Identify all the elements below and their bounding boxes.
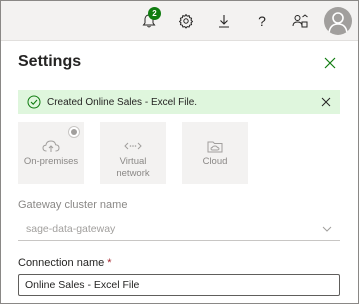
close-panel-button[interactable]: [322, 55, 338, 71]
user-avatar-icon: [328, 12, 348, 34]
user-avatar[interactable]: [324, 7, 352, 35]
cloud-folder-icon: [207, 141, 223, 153]
close-icon: [324, 57, 336, 69]
connection-name-input[interactable]: Online Sales - Excel File: [18, 274, 340, 296]
people-button[interactable]: [289, 10, 311, 32]
virtual-network-icon: [124, 142, 142, 150]
connection-type-virtual-network[interactable]: Virtual network: [100, 122, 166, 184]
connection-type-label: Virtual network: [116, 156, 150, 179]
gear-icon: [179, 14, 193, 29]
connection-name-label-text: Connection name: [18, 257, 105, 269]
help-icon: ?: [258, 13, 266, 29]
settings-button[interactable]: [175, 10, 197, 32]
connection-name-value: Online Sales - Excel File: [25, 279, 140, 291]
connection-type-cloud[interactable]: Cloud: [182, 122, 248, 184]
connection-type-label: Cloud: [202, 156, 228, 167]
success-banner: Created Online Sales - Excel File.: [18, 90, 340, 114]
checkmark-circle-icon: [27, 95, 41, 109]
gateway-cluster-select[interactable]: sage-data-gateway: [18, 218, 340, 241]
required-marker: *: [107, 257, 112, 269]
help-button[interactable]: ?: [251, 10, 273, 32]
connection-type-label: On-premises: [23, 156, 79, 167]
banner-message: Created Online Sales - Excel File.: [47, 96, 198, 108]
gateway-cluster-value: sage-data-gateway: [26, 223, 116, 235]
download-icon: [219, 15, 229, 28]
notifications-button[interactable]: 2: [138, 7, 161, 32]
top-bar: 2 ?: [1, 1, 358, 41]
cloud-upload-icon: [42, 140, 60, 152]
download-button[interactable]: [213, 10, 235, 32]
connection-name-label: Connection name *: [18, 257, 112, 269]
panel-title: Settings: [18, 53, 82, 70]
dismiss-banner-icon[interactable]: [321, 97, 331, 107]
selected-radio: [68, 126, 80, 138]
connection-type-on-premises[interactable]: On-premises: [18, 122, 84, 184]
gateway-cluster-label: Gateway cluster name: [18, 199, 128, 211]
notification-badge: 2: [148, 7, 161, 20]
people-icon: [292, 14, 308, 28]
chevron-down-icon: [322, 226, 332, 232]
